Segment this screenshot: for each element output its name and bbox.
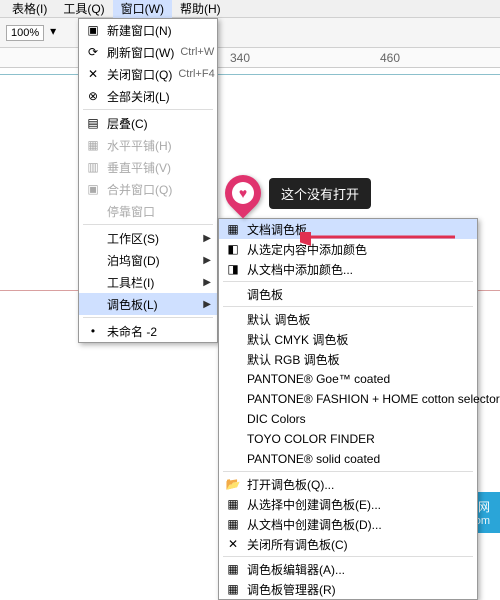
palettes-submenu: ▦文档调色板 ◧从选定内容中添加颜色 ◨从文档中添加颜色... 调色板 默认 调… [218, 218, 478, 600]
refresh-icon: ⟳ [85, 44, 101, 60]
editor-icon: ▦ [225, 561, 241, 577]
window-menu-dropdown: ▣新建窗口(N) ⟳刷新窗口(W)Ctrl+W ✕关闭窗口(Q)Ctrl+F4 … [78, 18, 218, 343]
submenu-pantone-goe[interactable]: PANTONE® Goe™ coated [219, 369, 477, 389]
bullet-icon: • [85, 323, 101, 339]
menu-tables[interactable]: 表格(I) [4, 0, 55, 19]
submenu-pantone-fh[interactable]: PANTONE® FASHION + HOME cotton selector [219, 389, 477, 409]
menu-v-tile: ▥垂直平铺(V) [79, 156, 217, 178]
add-doc-icon: ◨ [225, 261, 241, 277]
submenu-open-palette[interactable]: 📂打开调色板(Q)... [219, 474, 477, 494]
new-window-icon: ▣ [85, 22, 101, 38]
submenu-def-rgb[interactable]: 默认 RGB 调色板 [219, 349, 477, 369]
menu-close-window[interactable]: ✕关闭窗口(Q)Ctrl+F4 [79, 63, 217, 85]
close-all-icon: ✕ [225, 536, 241, 552]
submenu-toyo[interactable]: TOYO COLOR FINDER [219, 429, 477, 449]
separator [83, 224, 213, 225]
submenu-close-all-palettes[interactable]: ✕关闭所有调色板(C) [219, 534, 477, 554]
submenu-create-from-doc[interactable]: ▦从文档中创建调色板(D)... [219, 514, 477, 534]
menu-combine: ▣合并窗口(Q) [79, 178, 217, 200]
menu-close-all[interactable]: ⊗全部关闭(L) [79, 85, 217, 107]
menubar: 表格(I) 工具(Q) 窗口(W) 帮助(H) [0, 0, 500, 18]
menu-new-window[interactable]: ▣新建窗口(N) [79, 19, 217, 41]
separator [223, 556, 473, 557]
ruler-horizontal: 220 340 460 [0, 48, 500, 68]
separator [223, 306, 473, 307]
separator [223, 281, 473, 282]
menu-cascade[interactable]: ▤层叠(C) [79, 112, 217, 134]
ruler-tick: 460 [380, 51, 400, 65]
zoom-input[interactable]: 100% [6, 25, 44, 41]
submenu-def-palette[interactable]: 默认 调色板 [219, 309, 477, 329]
chevron-right-icon: ▶ [203, 277, 211, 288]
menu-toolbars[interactable]: 工具栏(I)▶ [79, 271, 217, 293]
chevron-right-icon: ▶ [203, 233, 211, 244]
menu-workspace[interactable]: 工作区(S)▶ [79, 227, 217, 249]
menu-dockers[interactable]: 泊坞窗(D)▶ [79, 249, 217, 271]
guide-line [0, 74, 500, 75]
cascade-icon: ▤ [85, 115, 101, 131]
toolbar: 100% ▾ [0, 18, 500, 48]
menu-unnamed-doc[interactable]: •未命名 -2 [79, 320, 217, 342]
menu-tools[interactable]: 工具(Q) [55, 0, 112, 19]
submenu-dic[interactable]: DIC Colors [219, 409, 477, 429]
submenu-def-cmyk[interactable]: 默认 CMYK 调色板 [219, 329, 477, 349]
menu-docker: 停靠窗口 [79, 200, 217, 222]
annotation-arrow [300, 232, 460, 262]
menu-palettes[interactable]: 调色板(L)▶ [79, 293, 217, 315]
ruler-tick: 340 [230, 51, 250, 65]
close-all-icon: ⊗ [85, 88, 101, 104]
create-doc-icon: ▦ [225, 516, 241, 532]
submenu-palette-manager[interactable]: ▦调色板管理器(R) [219, 579, 477, 599]
h-tile-icon: ▦ [85, 137, 101, 153]
callout-text: 这个没有打开 [269, 178, 371, 209]
combine-icon: ▣ [85, 181, 101, 197]
open-icon: 📂 [225, 476, 241, 492]
menu-help[interactable]: 帮助(H) [172, 0, 229, 19]
close-icon: ✕ [85, 66, 101, 82]
heart-icon: ♥ [232, 182, 254, 204]
menu-h-tile: ▦水平平铺(H) [79, 134, 217, 156]
submenu-palette-editor[interactable]: ▦调色板编辑器(A)... [219, 559, 477, 579]
dropdown-icon[interactable]: ▾ [50, 24, 68, 42]
separator [83, 317, 213, 318]
create-icon: ▦ [225, 496, 241, 512]
separator [223, 471, 473, 472]
submenu-pantone-solid[interactable]: PANTONE® solid coated [219, 449, 477, 469]
chevron-right-icon: ▶ [203, 255, 211, 266]
submenu-add-from-doc[interactable]: ◨从文档中添加颜色... [219, 259, 477, 279]
separator [83, 109, 213, 110]
menu-refresh-window[interactable]: ⟳刷新窗口(W)Ctrl+W [79, 41, 217, 63]
submenu-palette[interactable]: 调色板 [219, 284, 477, 304]
add-icon: ◧ [225, 241, 241, 257]
submenu-create-from-sel[interactable]: ▦从选择中创建调色板(E)... [219, 494, 477, 514]
annotation-callout: ♥ 这个没有打开 [225, 175, 371, 211]
menu-window[interactable]: 窗口(W) [113, 0, 172, 19]
pin-icon: ♥ [218, 168, 269, 219]
chevron-right-icon: ▶ [203, 299, 211, 310]
manager-icon: ▦ [225, 581, 241, 597]
v-tile-icon: ▥ [85, 159, 101, 175]
palette-icon: ▦ [225, 221, 241, 237]
